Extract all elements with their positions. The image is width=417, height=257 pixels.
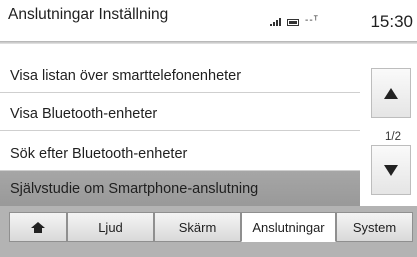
list-item-smartphone-tutorial[interactable]: Självstudie om Smartphone-anslutning	[0, 171, 360, 206]
list-divider	[0, 92, 360, 93]
tab-home[interactable]	[9, 212, 67, 242]
tab-system[interactable]: System	[336, 212, 413, 242]
tab-bar: Ljud Skärm Anslutningar System	[0, 206, 417, 257]
list-item-search-bluetooth[interactable]: Sök efter Bluetooth-enheter	[0, 136, 360, 171]
tab-label: Ljud	[98, 219, 123, 235]
page-title: Anslutningar Inställning	[8, 6, 169, 23]
list-item-bluetooth-devices[interactable]: Visa Bluetooth-enheter	[0, 96, 360, 131]
battery-icon	[287, 19, 299, 26]
tab-label: System	[352, 219, 397, 235]
list-item-label: Självstudie om Smartphone-anslutning	[10, 180, 259, 197]
page-indicator: 1/2	[385, 131, 401, 143]
scroll-up-button[interactable]	[371, 68, 411, 118]
list-item-label: Visa listan över smarttelefonenheter	[10, 67, 242, 84]
signal-strength-icon	[270, 17, 281, 26]
list-item-label: Sök efter Bluetooth-enheter	[10, 145, 188, 162]
list-divider	[0, 130, 360, 131]
tab-label: Anslutningar	[252, 219, 325, 235]
tab-anslutningar[interactable]: Anslutningar	[241, 212, 336, 242]
triangle-up-icon	[384, 87, 398, 99]
list-item-smartphone-devices[interactable]: Visa listan över smarttelefonenheter	[0, 58, 360, 93]
clock: 15:30	[370, 12, 413, 31]
tab-skarm[interactable]: Skärm	[154, 212, 241, 242]
tab-label: Skärm	[178, 219, 217, 235]
triangle-down-icon	[384, 164, 398, 176]
header-divider	[0, 41, 417, 44]
scroll-down-button[interactable]	[371, 145, 411, 195]
list-item-label: Visa Bluetooth-enheter	[10, 105, 158, 122]
home-icon	[31, 221, 45, 233]
tab-ljud[interactable]: Ljud	[67, 212, 154, 242]
header-bar: Anslutningar Inställning --ᵀ 15:30	[0, 0, 417, 40]
status-indicators: --ᵀ	[270, 12, 319, 26]
network-status: --ᵀ	[305, 15, 319, 26]
